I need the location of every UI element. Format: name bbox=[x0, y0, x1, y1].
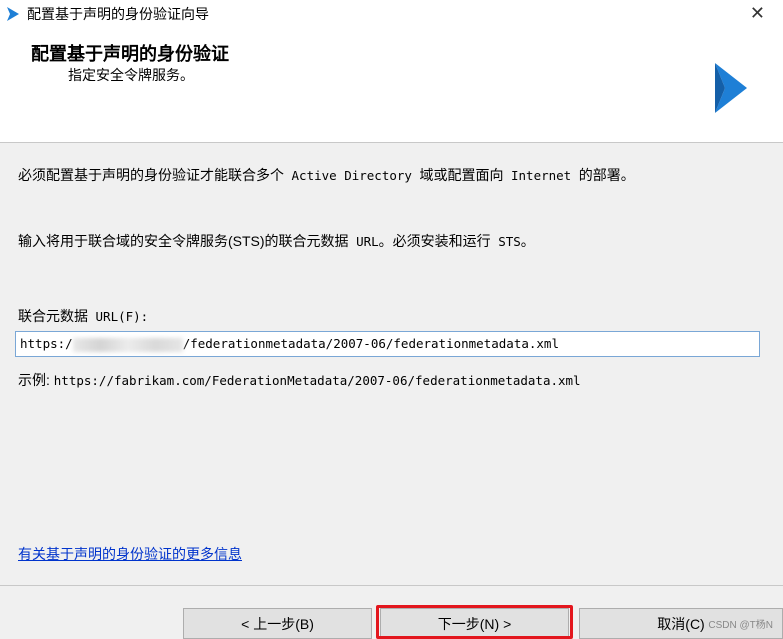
back-button[interactable]: < 上一步(B) bbox=[183, 608, 372, 639]
window-title: 配置基于声明的身份验证向导 bbox=[27, 6, 209, 22]
more-info-link[interactable]: 有关基于声明的身份验证的更多信息 bbox=[18, 544, 242, 564]
description-paragraph-2: 输入将用于联合域的安全令牌服务(STS)的联合元数据 URL。必须安装和运行 S… bbox=[18, 233, 535, 249]
next-button[interactable]: 下一步(N) > bbox=[380, 608, 569, 639]
page-title: 配置基于声明的身份验证 bbox=[31, 44, 229, 64]
footer-separator bbox=[0, 585, 783, 586]
metadata-url-label: 联合元数据 URL(F): bbox=[18, 308, 149, 324]
example-text: 示例: https://fabrikam.com/FederationMetad… bbox=[18, 372, 581, 388]
description-paragraph-1: 必须配置基于声明的身份验证才能联合多个 Active Directory 域或配… bbox=[18, 167, 635, 183]
dynamics-logo-icon bbox=[715, 63, 747, 113]
metadata-url-input[interactable]: https://federationmetadata/2007-06/feder… bbox=[15, 331, 760, 357]
watermark: CSDN @T杨N bbox=[708, 620, 773, 631]
title-bar: 配置基于声明的身份验证向导 ✕ bbox=[0, 0, 783, 28]
close-icon[interactable]: ✕ bbox=[750, 3, 765, 24]
app-logo-icon bbox=[7, 7, 19, 21]
wizard-header: 配置基于声明的身份验证 指定安全令牌服务。 bbox=[0, 28, 783, 143]
redacted-host bbox=[72, 337, 183, 352]
page-subtitle: 指定安全令牌服务。 bbox=[68, 67, 194, 83]
